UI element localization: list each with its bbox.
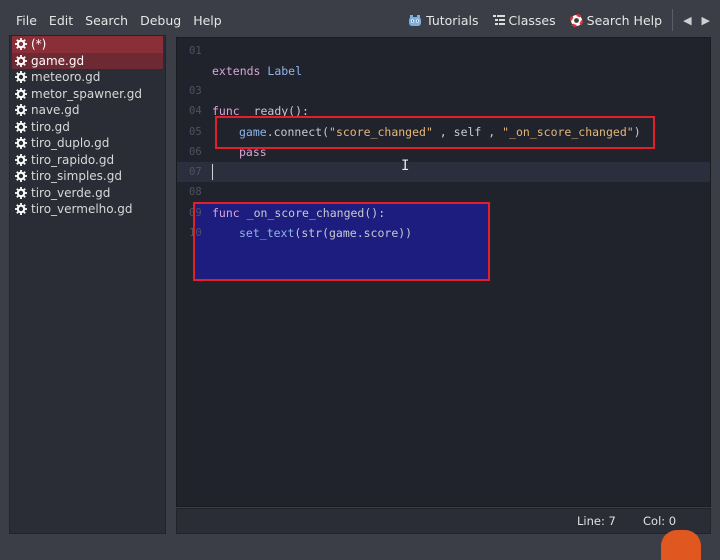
code-line: 01 [177,41,710,61]
gear-icon [15,104,27,117]
script-name: (*) [31,37,47,52]
code-line: extends Label [177,61,710,81]
annotation-box [215,116,655,149]
menubar: File Edit Search Debug Help Tutorials Cl… [0,0,720,40]
search-help-button[interactable]: Search Help [569,12,663,28]
gear-icon [15,87,27,100]
line-number: 03 [189,85,202,97]
line-indicator: Line: 7 [577,514,616,528]
back-arrow-icon[interactable]: ◀ [683,14,691,27]
column-indicator: Col: 0 [643,514,677,528]
search-help-label: Search Help [586,12,663,28]
line-number: 05 [189,126,202,138]
menu-help[interactable]: Help [187,13,228,28]
code-text: extends Label [212,61,302,81]
toolbar-separator [672,9,674,31]
menu-file[interactable]: File [10,13,43,28]
help-toolbar: Tutorials Classes Search Help ◀ ▶ [394,0,710,40]
script-name: nave.gd [31,103,80,118]
script-item-tiro-vermelho[interactable]: tiro_vermelho.gd [12,201,163,218]
status-bar: Line: 7 Col: 0 [176,508,711,534]
help-lifebuoy-icon [569,13,583,27]
current-line: 07 [177,162,710,182]
text-caret [212,164,213,180]
annotation-box [193,202,490,281]
gear-icon [15,203,27,216]
text-cursor-icon: I [401,158,410,174]
script-item-tiro-rapido[interactable]: tiro_rapido.gd [12,152,163,169]
line-number: 08 [189,186,202,198]
gear-icon [15,153,27,166]
script-name: game.gd [31,53,85,68]
menu-debug[interactable]: Debug [134,13,187,28]
gear-icon [15,71,27,84]
godot-icon [409,14,422,26]
keyword: extends [212,64,261,78]
code-line: 03 [177,81,710,101]
line-number: 06 [189,146,202,158]
script-item-tiro-verde[interactable]: tiro_verde.gd [12,185,163,202]
line-number: 01 [189,45,202,57]
script-item-tiro-simples[interactable]: tiro_simples.gd [12,168,163,185]
menu-search[interactable]: Search [79,13,134,28]
script-item-meteoro[interactable]: meteoro.gd [12,69,163,86]
corner-logo [661,530,701,560]
class-name: Label [267,64,303,78]
script-item-tiro[interactable]: tiro.gd [12,119,163,136]
script-name: tiro.gd [31,119,70,134]
gear-icon [15,54,27,67]
script-list: (*) game.gd meteoro.gd metor_spawner.gd … [9,35,166,534]
gear-icon [15,38,27,51]
script-item-game[interactable]: game.gd [12,52,163,69]
script-item-unsaved[interactable]: (*) [12,36,163,53]
gear-icon [15,170,27,183]
script-name: tiro_simples.gd [31,169,122,184]
menu-edit[interactable]: Edit [43,13,79,28]
script-name: tiro_duplo.gd [31,136,110,151]
script-item-tiro-duplo[interactable]: tiro_duplo.gd [12,135,163,152]
forward-arrow-icon[interactable]: ▶ [702,14,710,27]
tutorials-button[interactable]: Tutorials [408,12,479,28]
line-number: 07 [189,166,202,178]
script-item-metor-spawner[interactable]: metor_spawner.gd [12,86,163,103]
gear-icon [15,186,27,199]
tutorials-label: Tutorials [426,12,479,28]
script-name: meteoro.gd [31,70,101,85]
class-list-icon [492,15,505,25]
code-line: 08 [177,182,710,202]
gear-icon [15,137,27,150]
script-name: tiro_verde.gd [31,185,111,200]
main-menu: File Edit Search Debug Help [10,13,228,28]
script-item-nave[interactable]: nave.gd [12,102,163,119]
script-name: tiro_rapido.gd [31,152,115,167]
gear-icon [15,120,27,133]
script-name: metor_spawner.gd [31,86,142,101]
code-editor[interactable]: 01 extends Label 03 04 func _ready(): 05… [176,37,711,507]
classes-label: Classes [508,12,556,28]
classes-button[interactable]: Classes [492,12,556,28]
line-number: 04 [189,105,202,117]
script-name: tiro_vermelho.gd [31,202,133,217]
